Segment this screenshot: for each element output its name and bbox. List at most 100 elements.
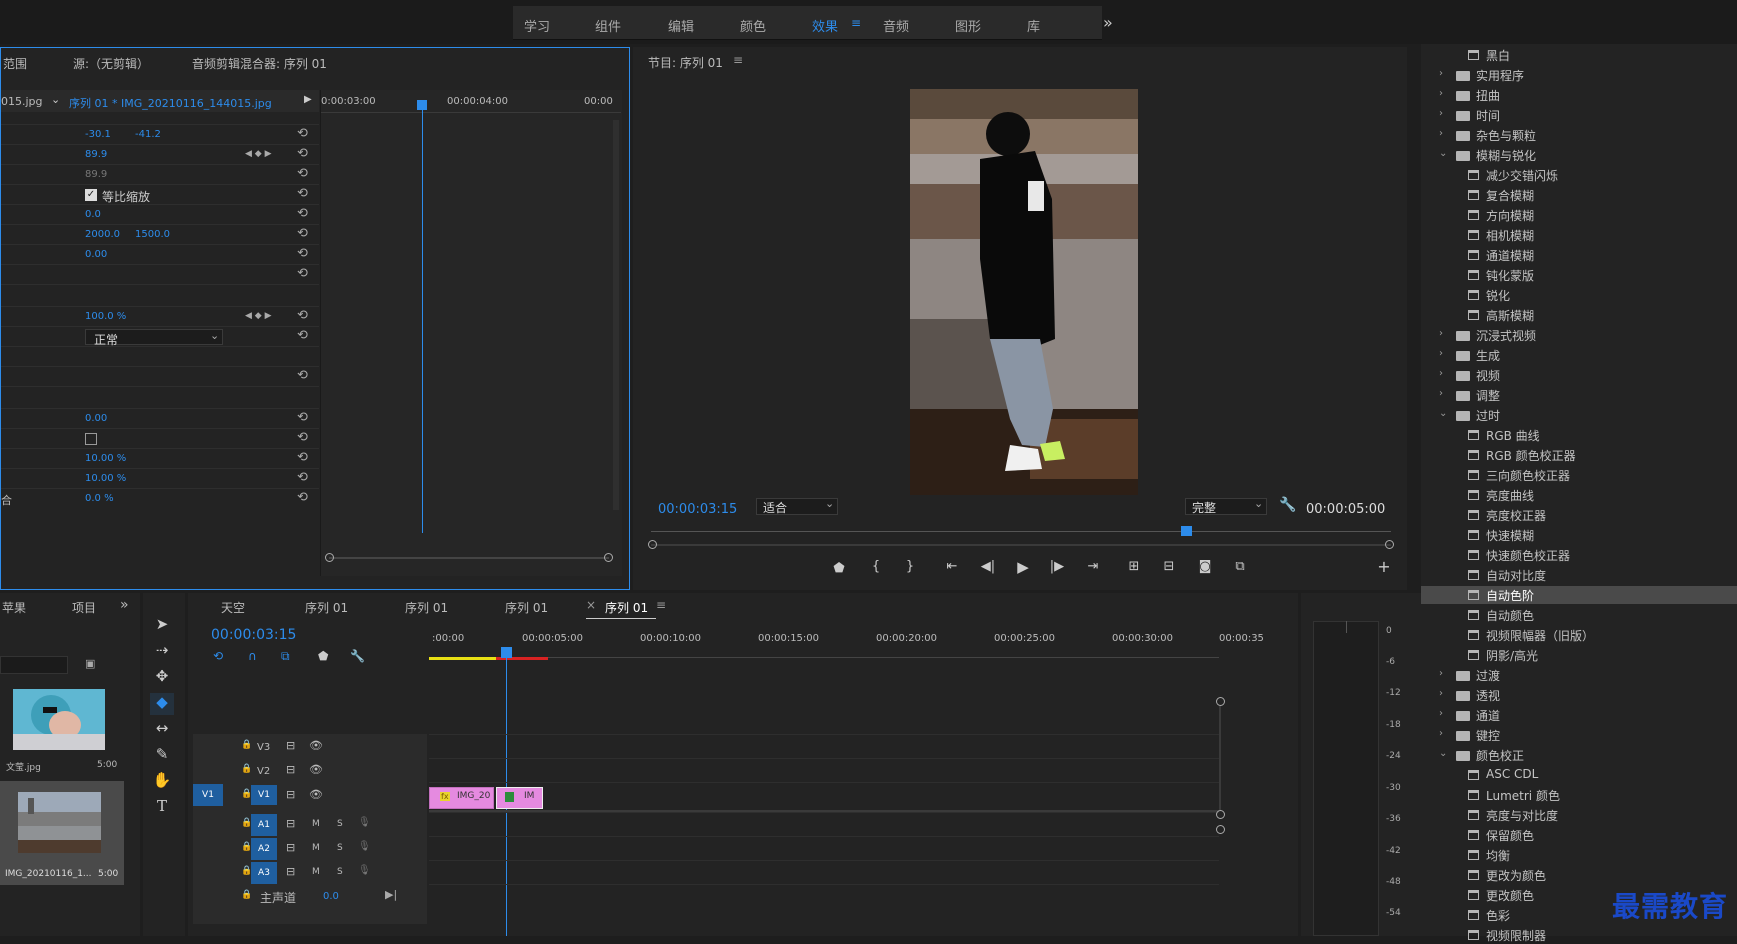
lock-icon[interactable]: 🔒 (241, 764, 252, 774)
zoom-handle-right[interactable] (604, 553, 613, 562)
add-button-icon[interactable]: + (1374, 557, 1394, 576)
effect-folder[interactable]: › 键控 (1421, 726, 1737, 744)
reset-icon[interactable]: ⟲ (297, 246, 308, 261)
play-arrow-icon[interactable]: ▶ (304, 94, 312, 105)
reset-icon[interactable]: ⟲ (297, 186, 308, 201)
track-target-a3[interactable]: A3 (251, 862, 277, 884)
chevron-right-icon[interactable]: › (1439, 368, 1443, 379)
effect-item[interactable]: 复合模糊 (1421, 186, 1737, 204)
track-target-a1[interactable]: A1 (251, 814, 277, 836)
chevron-right-icon[interactable]: › (1439, 688, 1443, 699)
vertical-scrollbar[interactable] (613, 120, 619, 510)
anchor-x[interactable]: 2000.0 (85, 229, 120, 240)
zoom-scroll-bar[interactable] (651, 544, 1391, 546)
close-icon[interactable]: × (586, 598, 596, 612)
mic-icon[interactable]: 🎙 (358, 841, 371, 852)
track-target-a2[interactable]: A2 (251, 838, 277, 860)
reset-icon[interactable]: ⟲ (297, 308, 308, 323)
chevron-right-icon[interactable]: › (1439, 88, 1443, 99)
effect-folder[interactable]: › 过渡 (1421, 666, 1737, 684)
tab-apple[interactable]: 苹果 (2, 599, 26, 616)
effect-item[interactable]: 视频限幅器（旧版） (1421, 626, 1737, 644)
effect-item[interactable]: 相机模糊 (1421, 226, 1737, 244)
effect-folder[interactable]: › 通道 (1421, 706, 1737, 724)
effect-item[interactable]: 自动对比度 (1421, 566, 1737, 584)
effect-item[interactable]: 视频限制器 (1421, 926, 1737, 944)
playhead-handle[interactable] (1181, 526, 1192, 536)
reset-icon[interactable]: ⟲ (297, 206, 308, 221)
lock-icon[interactable]: 🔒 (241, 890, 252, 900)
ripple-edit-tool-icon[interactable]: ✥ (150, 667, 174, 689)
reset-icon[interactable]: ⟲ (297, 470, 308, 485)
mark-out-icon[interactable]: } (900, 559, 920, 574)
step-forward-icon[interactable]: |▶ (1047, 559, 1067, 574)
reset-icon[interactable]: ⟲ (297, 450, 308, 465)
timeline-timecode[interactable]: 00:00:03:15 (211, 627, 296, 643)
tab-scope[interactable]: 范围 (3, 55, 27, 72)
chevron-right-icon[interactable]: › (1439, 728, 1443, 739)
effect-item[interactable]: RGB 曲线 (1421, 426, 1737, 444)
go-to-end-icon[interactable]: ▶| (385, 888, 397, 901)
scroll-handle-mid[interactable] (1216, 810, 1225, 819)
scroll-handle-top[interactable] (1216, 697, 1225, 706)
track-target-v1[interactable]: V1 (251, 785, 277, 805)
zoom-handle-left[interactable] (648, 540, 657, 549)
video-clip-2[interactable]: IM (496, 787, 543, 809)
video-clip-1[interactable]: fx IMG_20 (429, 787, 494, 809)
reset-icon[interactable]: ⟲ (297, 126, 308, 141)
effect-item[interactable]: 亮度曲线 (1421, 486, 1737, 504)
effect-item[interactable]: 自动颜色 (1421, 606, 1737, 624)
effect-item[interactable]: 亮度与对比度 (1421, 806, 1737, 824)
effect-item[interactable]: ASC CDL (1421, 766, 1737, 784)
effect-item[interactable]: 均衡 (1421, 846, 1737, 864)
chevron-right-icon[interactable]: › (1439, 348, 1443, 359)
reset-icon[interactable]: ⟲ (297, 146, 308, 161)
workspace-assembly[interactable]: 组件 (595, 16, 621, 35)
sync-icon[interactable]: ⊟ (286, 788, 295, 801)
percent-value-3[interactable]: 0.0 % (85, 493, 114, 504)
tab-sequence-3[interactable]: 序列 01 (505, 599, 548, 616)
chevron-right-icon[interactable]: › (1439, 668, 1443, 679)
play-icon[interactable]: ▶ (1013, 558, 1033, 576)
blend-mode-select[interactable]: 正常 ⌄ (85, 329, 223, 347)
eye-icon[interactable]: 👁 (309, 763, 323, 776)
workspace-effects[interactable]: 效果 (812, 16, 838, 35)
chevron-down-icon[interactable]: ⌄ (1439, 148, 1447, 159)
go-to-in-icon[interactable]: ⇤ (942, 559, 962, 574)
effect-item[interactable]: 三向颜色校正器 (1421, 466, 1737, 484)
keyframe-nav-icon[interactable]: ◀ ◆ ▶ (245, 311, 272, 321)
opacity-value[interactable]: 100.0 % (85, 311, 126, 322)
chevron-right-icon[interactable]: › (1439, 108, 1443, 119)
effect-item[interactable]: 高斯模糊 (1421, 306, 1737, 324)
wrench-icon[interactable]: 🔧 (1279, 497, 1296, 513)
mute-button[interactable]: M (312, 843, 320, 853)
project-item-selected[interactable]: IMG_20210116_1... 5:00 (0, 781, 124, 885)
lock-icon[interactable]: 🔒 (241, 740, 252, 750)
tab-source[interactable]: 源:（无剪辑） (73, 55, 149, 72)
reset-icon[interactable]: ⟲ (297, 226, 308, 241)
reset-icon[interactable]: ⟲ (297, 166, 308, 181)
anchor-y[interactable]: 1500.0 (135, 229, 170, 240)
mic-icon[interactable]: 🎙 (358, 817, 371, 828)
effect-item[interactable]: 减少交错闪烁 (1421, 166, 1737, 184)
chevron-right-icon[interactable]: › (1439, 388, 1443, 399)
slip-tool-icon[interactable]: ↔ (150, 719, 174, 741)
selection-tool-icon[interactable]: ➤ (150, 615, 174, 637)
snap-icon[interactable]: ∩ (248, 649, 257, 663)
effect-item[interactable]: 锐化 (1421, 286, 1737, 304)
rotation-value[interactable]: 0.0 (85, 209, 101, 220)
chevron-right-icon[interactable]: › (1439, 708, 1443, 719)
effect-folder[interactable]: › 沉浸式视频 (1421, 326, 1737, 344)
position-y[interactable]: -41.2 (135, 129, 161, 140)
mark-in-icon[interactable]: { (866, 559, 886, 574)
sync-icon[interactable]: ⊟ (286, 763, 295, 776)
effect-item[interactable]: 更改为颜色 (1421, 866, 1737, 884)
effect-item[interactable]: 黑白 (1421, 46, 1737, 64)
tab-sequence-active[interactable]: 序列 01 (605, 599, 648, 616)
effect-item[interactable]: 方向模糊 (1421, 206, 1737, 224)
hand-tool-icon[interactable]: ✋ (150, 771, 174, 793)
workspace-color[interactable]: 颜色 (740, 16, 766, 35)
nest-icon[interactable]: ⟲ (213, 649, 223, 663)
tab-sky[interactable]: 天空 (221, 599, 245, 616)
mic-icon[interactable]: 🎙 (358, 865, 371, 876)
